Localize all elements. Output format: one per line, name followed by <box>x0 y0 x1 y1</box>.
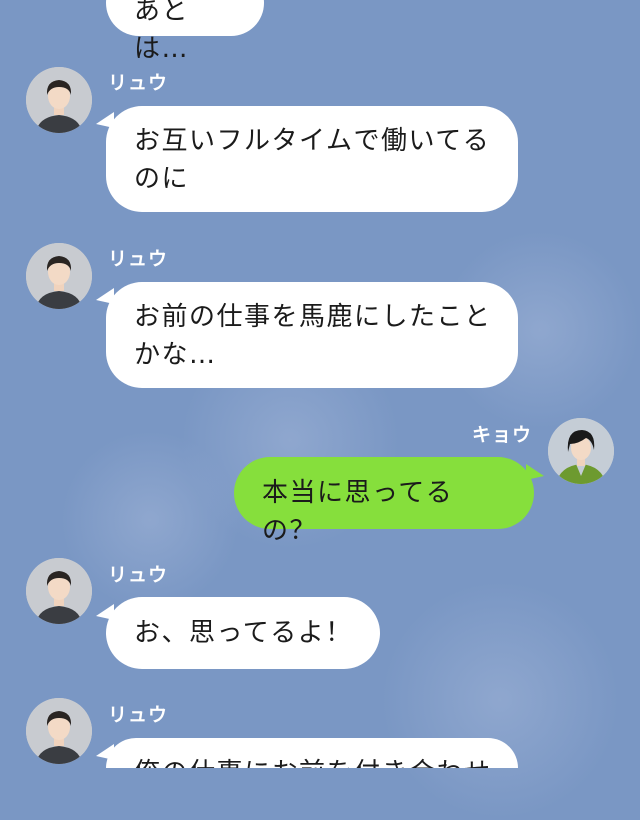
sender-name: リュウ <box>108 248 169 270</box>
male-avatar-icon[interactable] <box>26 558 92 624</box>
message-bubble: あとは… <box>106 0 264 64</box>
sender-name: リュウ <box>108 564 169 586</box>
male-avatar-icon[interactable] <box>26 67 92 133</box>
message-bubble: お前の仕事を馬鹿にしたこと かな… <box>106 282 518 388</box>
male-avatar-icon[interactable] <box>26 243 92 309</box>
message-bubble: 本当に思ってるの？ <box>234 457 534 546</box>
male-avatar-icon[interactable] <box>26 698 92 764</box>
female-avatar-icon[interactable] <box>548 418 614 484</box>
sender-name: リュウ <box>108 704 169 726</box>
message-bubble: 俺の仕事にお前を付き合わせ <box>106 738 518 768</box>
chat-area[interactable]: あとは… リュウ お互いフルタイムで働いてる のに リュウ お前の仕事を馬鹿にし… <box>0 0 640 768</box>
sender-name: キョウ <box>472 424 533 446</box>
message-bubble: お互いフルタイムで働いてる のに <box>106 106 518 212</box>
message-bubble: お、思ってるよ！ <box>106 597 380 669</box>
sender-name: リュウ <box>108 72 169 94</box>
